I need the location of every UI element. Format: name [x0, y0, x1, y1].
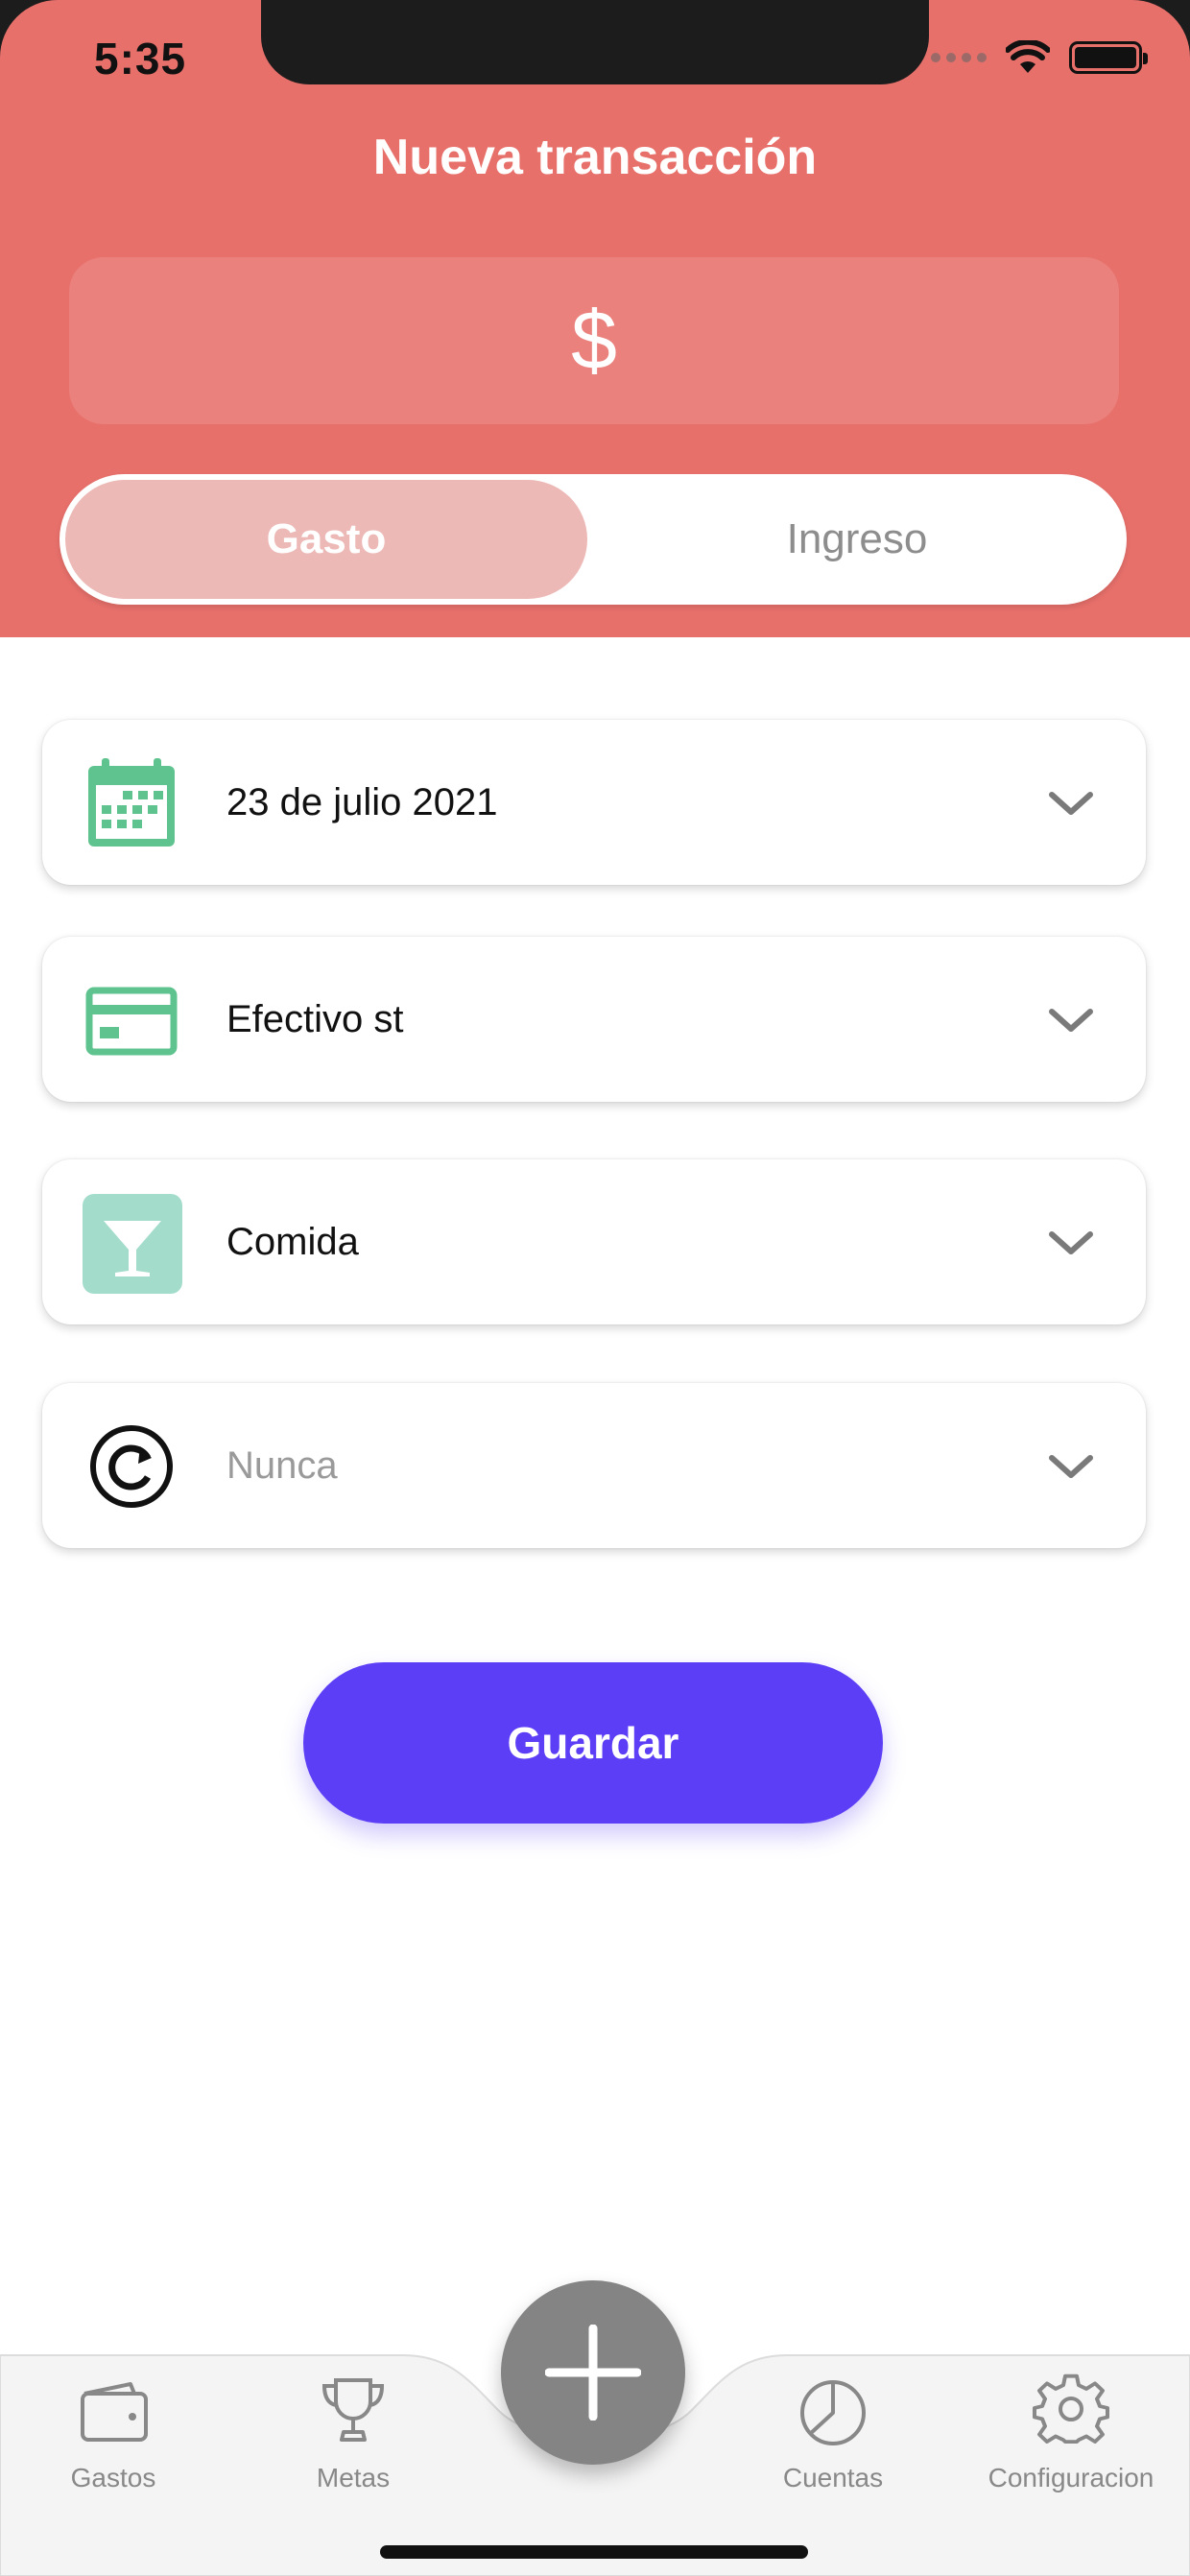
- status-time: 5:35: [94, 34, 187, 83]
- calendar-icon: [84, 756, 178, 850]
- tab-label: Configuracion: [988, 2463, 1154, 2493]
- segment-ingreso[interactable]: Ingreso: [593, 480, 1121, 599]
- signal-icon: [931, 53, 987, 62]
- wallet-icon: [81, 2382, 148, 2442]
- segment-gasto[interactable]: Gasto: [65, 480, 587, 599]
- status-icons: [931, 40, 1148, 75]
- tab-cuentas[interactable]: Cuentas: [737, 2363, 929, 2507]
- category-selector[interactable]: Comida: [42, 1159, 1146, 1324]
- tab-gastos[interactable]: Gastos: [17, 2363, 209, 2507]
- add-transaction-button[interactable]: [501, 2280, 685, 2465]
- type-segmented-control: Gasto Ingreso: [60, 474, 1127, 605]
- currency-symbol: $: [571, 294, 617, 387]
- tab-label: Cuentas: [782, 2463, 884, 2493]
- home-indicator: [380, 2545, 808, 2559]
- notch: [261, 0, 929, 84]
- tab-configuracion[interactable]: Configuracion: [975, 2363, 1167, 2507]
- pie-chart-icon: [800, 2380, 866, 2445]
- screen-corner: [0, 0, 115, 115]
- tab-label: Metas: [316, 2463, 391, 2493]
- chevron-down-icon: [1049, 1455, 1093, 1478]
- gear-icon: [1033, 2373, 1109, 2445]
- battery-icon: [1069, 41, 1148, 74]
- category-value: Comida: [226, 1220, 359, 1263]
- plus-icon: [545, 2325, 641, 2421]
- credit-card-icon: [84, 973, 178, 1067]
- date-selector[interactable]: 23 de julio 2021: [42, 720, 1146, 885]
- page-title: Nueva transacción: [372, 130, 818, 185]
- header: 5:35 Nueva transacción $ Gasto Ingreso: [0, 0, 1190, 637]
- screen: 5:35 Nueva transacción $ Gasto Ingreso 2…: [0, 0, 1190, 2576]
- account-value: Efectivo st: [226, 997, 404, 1040]
- tab-metas[interactable]: Metas: [257, 2363, 449, 2507]
- account-selector[interactable]: Efectivo st: [42, 937, 1146, 1102]
- chevron-down-icon: [1049, 792, 1093, 815]
- date-value: 23 de julio 2021: [226, 780, 498, 823]
- save-button[interactable]: Guardar: [303, 1662, 883, 1824]
- chevron-down-icon: [1049, 1009, 1093, 1032]
- repeat-icon: [84, 1419, 178, 1514]
- amount-input[interactable]: $: [69, 257, 1119, 424]
- wifi-icon: [1006, 40, 1050, 73]
- tab-label: Gastos: [70, 2463, 156, 2493]
- repeat-selector[interactable]: Nunca: [42, 1383, 1146, 1548]
- chevron-down-icon: [1049, 1231, 1093, 1254]
- trophy-icon: [321, 2378, 385, 2442]
- cocktail-icon: [83, 1194, 182, 1294]
- repeat-value: Nunca: [226, 1443, 338, 1487]
